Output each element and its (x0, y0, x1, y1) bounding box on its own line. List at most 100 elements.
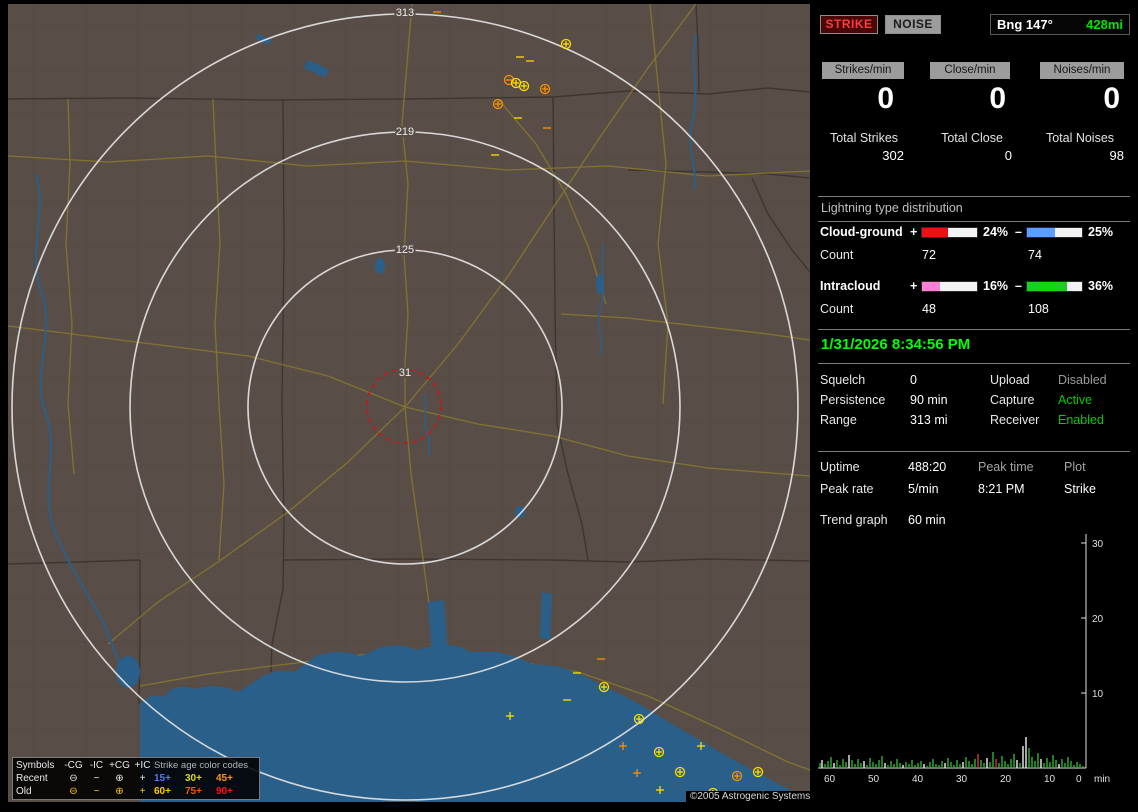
ic-neg-bar (1026, 281, 1083, 292)
ic-pos-percent: 16% (983, 279, 1009, 293)
ic-pos-bar (921, 281, 978, 292)
legend-symbols-header: Symbols (16, 760, 55, 771)
plus-sign: + (910, 225, 918, 239)
cg-neg-bar (1026, 227, 1083, 238)
ic-pos-count: 48 (922, 302, 936, 316)
close-per-min-header: Close/min (930, 62, 1010, 79)
divider (818, 329, 1130, 330)
svg-text:min: min (1094, 774, 1110, 785)
minus-sign: – (1015, 279, 1022, 293)
legend-recent-label: Recent (16, 773, 48, 784)
range-ring-label: 313 (396, 7, 414, 19)
strike-button[interactable]: STRIKE (820, 15, 878, 34)
age-90: 90+ (216, 786, 233, 797)
svg-text:0: 0 (1076, 774, 1082, 785)
legend-old-label: Old (16, 786, 32, 797)
divider (818, 363, 1130, 364)
ic-pos-icon: + (139, 786, 146, 797)
bearing-label: Bng 147° (997, 17, 1053, 32)
cg-pos-count: 72 (922, 248, 936, 262)
peak-rate-label: Peak rate (820, 482, 874, 496)
peak-rate-value: 5/min (908, 482, 939, 496)
map-legend: Symbols -CG -IC +CG +IC Strike age color… (12, 757, 260, 800)
lightning-map[interactable]: 313 219 125 31 Symbols -CG -IC +CG +IC Stri… (8, 4, 810, 802)
uptime-label: Uptime (820, 460, 860, 474)
divider (818, 196, 1130, 197)
bearing-display: Bng 147° 428mi (990, 14, 1130, 35)
noises-per-min-value: 0 (1103, 82, 1120, 115)
svg-text:20: 20 (1092, 614, 1104, 625)
receiver-status: Enabled (1058, 413, 1104, 427)
upload-status: Disabled (1058, 373, 1107, 387)
age-75: 75+ (185, 786, 202, 797)
divider (818, 451, 1130, 452)
cg-neg-icon: ⊖ (69, 773, 78, 784)
bay-east (540, 592, 552, 640)
plot-header: Plot (1064, 460, 1086, 474)
count-label: Count (820, 302, 854, 316)
squelch-value: 0 (910, 373, 917, 387)
ic-neg-count: 108 (1028, 302, 1049, 316)
svg-text:30: 30 (1092, 539, 1104, 550)
total-strikes-label: Total Strikes (829, 131, 899, 145)
svg-text:50: 50 (868, 774, 880, 785)
noises-per-min-header: Noises/min (1040, 62, 1124, 79)
cg-pos-icon: ⊕ (115, 786, 124, 797)
plot-value: Strike (1064, 482, 1096, 496)
divider (818, 221, 1130, 222)
range-label: Range (820, 413, 857, 427)
count-label: Count (820, 248, 854, 262)
ic-neg-percent: 36% (1088, 279, 1114, 293)
legend-col-cg-pos: +CG (109, 760, 130, 771)
age-60: 60+ (154, 786, 171, 797)
trend-graph: 30 20 10 60 50 40 30 20 10 0 min (818, 534, 1110, 785)
age-45: 45+ (216, 773, 233, 784)
receiver-label: Receiver (990, 413, 1040, 427)
copyright-text: ©2005 Astrogenic Systems (686, 791, 815, 802)
strikes-per-min-header: Strikes/min (822, 62, 904, 79)
cg-neg-icon: ⊖ (69, 786, 78, 797)
svg-text:60: 60 (824, 774, 836, 785)
peak-time-value: 8:21 PM (978, 482, 1025, 496)
cg-pos-bar (921, 227, 978, 238)
range-value: 313 mi (910, 413, 948, 427)
range-ring-label: 125 (396, 244, 414, 256)
squelch-label: Squelch (820, 373, 866, 387)
distribution-title: Lightning type distribution (821, 201, 963, 215)
intracloud-label: Intracloud (820, 279, 881, 293)
ic-neg-icon: − (93, 786, 100, 797)
minus-sign: – (1015, 225, 1022, 239)
legend-recent-row: Recent ⊖ − ⊕ + 15+ 30+ 45+ (16, 772, 256, 785)
close-per-min-value: 0 (989, 82, 1006, 115)
age-30: 30+ (185, 773, 202, 784)
ic-neg-icon: − (93, 773, 100, 784)
ic-pos-icon: + (139, 773, 146, 784)
trend-axes: 30 20 10 60 50 40 30 20 10 0 min (818, 534, 1110, 785)
peak-time-header: Peak time (978, 460, 1034, 474)
svg-text:10: 10 (1044, 774, 1056, 785)
capture-status: Active (1058, 393, 1093, 407)
cg-neg-percent: 25% (1088, 225, 1114, 239)
legend-header-row: Symbols -CG -IC +CG +IC Strike age color… (16, 759, 256, 772)
cloud-ground-label: Cloud-ground (820, 225, 903, 239)
capture-label: Capture (990, 393, 1035, 407)
uptime-value: 488:20 (908, 460, 947, 474)
strikes-per-min-value: 0 (877, 82, 894, 115)
total-close-value: 0 (1004, 148, 1012, 163)
total-strikes-value: 302 (882, 148, 904, 163)
noise-button[interactable]: NOISE (885, 15, 941, 34)
total-noises-label: Total Noises (1045, 131, 1115, 145)
plus-sign: + (910, 279, 918, 293)
legend-col-cg-neg: -CG (64, 760, 83, 771)
range-ring-label: 219 (396, 126, 414, 138)
svg-text:10: 10 (1092, 689, 1104, 700)
legend-col-ic-pos: +IC (134, 760, 151, 771)
cg-neg-count: 74 (1028, 248, 1042, 262)
age-15: 15+ (154, 773, 171, 784)
bearing-distance: 428mi (1086, 17, 1123, 32)
total-noises-value: 98 (1109, 148, 1124, 163)
svg-text:30: 30 (956, 774, 968, 785)
trend-graph-label: Trend graph (820, 513, 888, 527)
cg-pos-icon: ⊕ (115, 773, 124, 784)
legend-col-ic-neg: -IC (89, 760, 104, 771)
